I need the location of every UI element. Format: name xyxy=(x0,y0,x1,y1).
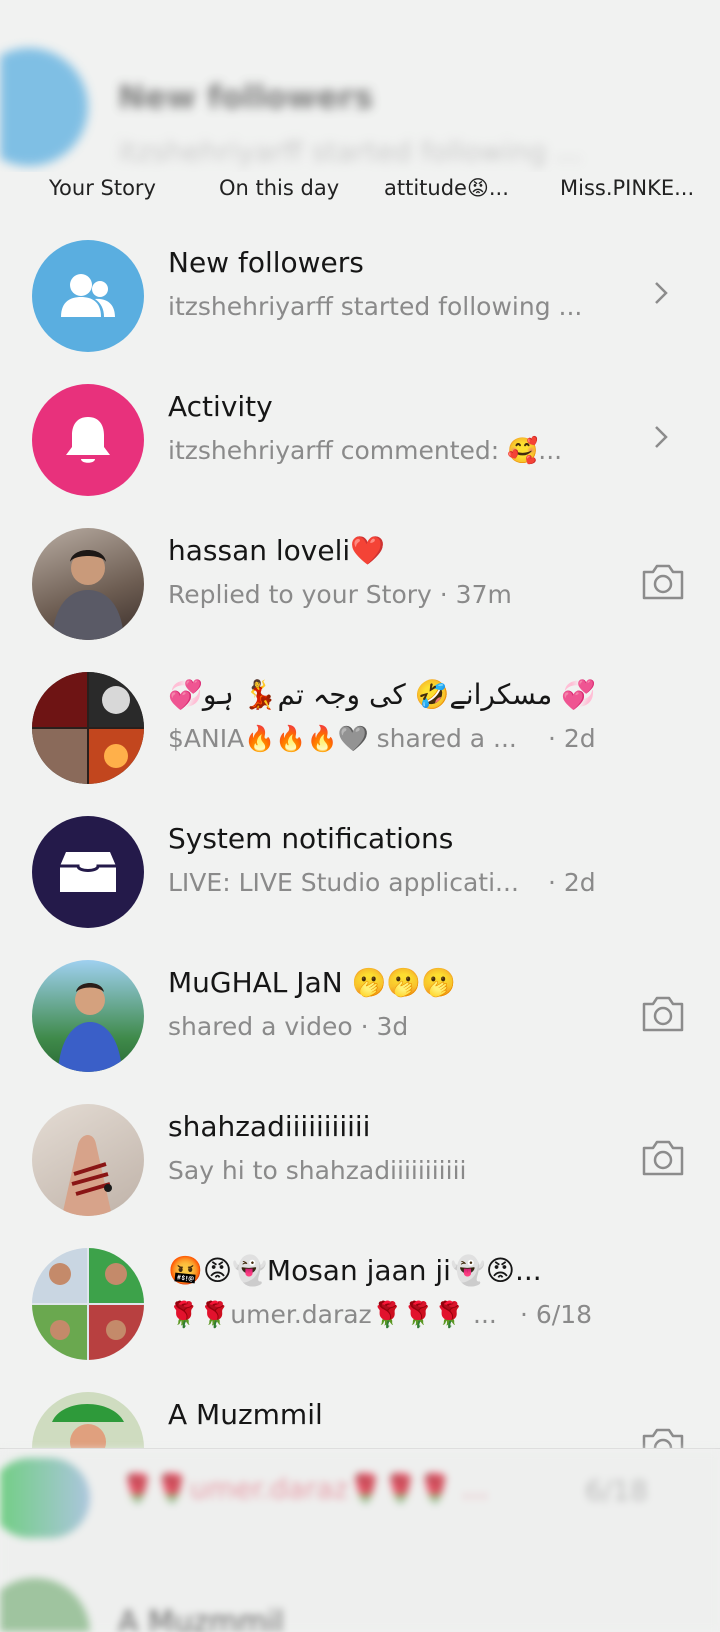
ghost-name: A Muzmmil xyxy=(118,1605,284,1632)
avatar[interactable] xyxy=(32,528,144,640)
row-subtitle: shared a video · 3d xyxy=(168,1012,409,1041)
inbox-row-system-notifications[interactable]: System notifications LIVE: LIVE Studio a… xyxy=(0,816,720,960)
inbox-row-group-urdu[interactable]: 💞مسکرانے🤣 کی وجہ تم💃 ہو 💞 $ANIA🔥🔥🔥🩶 shar… xyxy=(0,672,720,816)
inbox-row-a-muzmmil[interactable]: A Muzmmil xyxy=(0,1392,720,1448)
row-title: Activity xyxy=(168,390,273,423)
row-time: · 6/18 xyxy=(520,1300,593,1329)
inbox-row-hassan[interactable]: hassan loveli❤️ Replied to your Story · … xyxy=(0,528,720,672)
ghost-avatar xyxy=(0,1458,90,1538)
chevron-right-icon[interactable] xyxy=(652,278,670,308)
camera-icon[interactable] xyxy=(640,562,686,602)
row-subtitle: Replied to your Story · 37m xyxy=(168,580,512,609)
row-subtitle: itzshehriyarff commented: 🥰... xyxy=(168,436,563,465)
story-attitude[interactable]: attitude😡... xyxy=(384,176,509,200)
divider xyxy=(0,1448,720,1449)
row-title: System notifications xyxy=(168,822,454,855)
row-title: 🤬😡👻Mosan jaan ji👻😡... xyxy=(168,1254,542,1287)
camera-icon[interactable] xyxy=(640,994,686,1034)
avatar[interactable] xyxy=(32,1248,144,1360)
camera-icon[interactable] xyxy=(640,1138,686,1178)
avatar[interactable] xyxy=(32,960,144,1072)
row-subtitle: Say hi to shahzadiiiiiiiiiii xyxy=(168,1156,467,1185)
inbox-row-mosan-jaan[interactable]: 🤬😡👻Mosan jaan ji👻😡... 🌹🌹umer.daraz🌹🌹🌹 ..… xyxy=(0,1248,720,1392)
row-title: A Muzmmil xyxy=(168,1398,323,1431)
ghost-avatar xyxy=(0,48,88,166)
row-title: 💞مسکرانے🤣 کی وجہ تم💃 ہو 💞 xyxy=(168,678,597,711)
ghost-footer: 🌹🌹umer.daraz🌹🌹🌹 ... 6/18 A Muzmmil xyxy=(0,1450,720,1632)
row-subtitle: $ANIA🔥🔥🔥🩶 shared a ... xyxy=(168,724,517,753)
row-subtitle: LIVE: LIVE Studio applicati... xyxy=(168,868,519,897)
story-on-this-day[interactable]: On this day xyxy=(219,176,339,200)
ghost-row-time: 6/18 xyxy=(585,1474,648,1507)
row-title: New followers xyxy=(168,246,364,279)
row-time: · 2d xyxy=(548,724,596,753)
ghost-subtitle: itzshehriyarff started following ... xyxy=(118,135,583,168)
avatar[interactable] xyxy=(32,1104,144,1216)
inbox-icon xyxy=(32,816,144,928)
camera-icon[interactable] xyxy=(640,1426,686,1448)
chevron-right-icon[interactable] xyxy=(652,422,670,452)
ghost-header: New followers itzshehriyarff started fol… xyxy=(0,0,720,178)
inbox-row-activity[interactable]: Activity itzshehriyarff commented: 🥰... xyxy=(0,384,720,528)
inbox-row-new-followers[interactable]: New followers itzshehriyarff started fol… xyxy=(0,240,720,384)
ghost-avatar xyxy=(0,1578,90,1632)
ghost-row-text: 🌹🌹umer.daraz🌹🌹🌹 ... xyxy=(120,1472,489,1505)
avatar[interactable] xyxy=(32,672,144,784)
row-title: hassan loveli❤️ xyxy=(168,534,386,567)
row-subtitle: itzshehriyarff started following ... xyxy=(168,292,583,321)
row-subtitle: 🌹🌹umer.daraz🌹🌹🌹 ... xyxy=(168,1300,497,1329)
row-time: · 2d xyxy=(548,868,596,897)
ghost-title: New followers xyxy=(118,78,374,116)
people-icon xyxy=(32,240,144,352)
inbox-row-shahzadi[interactable]: shahzadiiiiiiiiiii Say hi to shahzadiiii… xyxy=(0,1104,720,1248)
story-your-story[interactable]: Your Story xyxy=(49,176,156,200)
row-title: MuGHAL JaN 🫢🫢🫢 xyxy=(168,966,457,999)
inbox-row-mughal-jan[interactable]: MuGHAL JaN 🫢🫢🫢 shared a video · 3d xyxy=(0,960,720,1104)
story-miss-pinke[interactable]: Miss.PINKE... xyxy=(560,176,694,200)
row-title: shahzadiiiiiiiiiii xyxy=(168,1110,371,1143)
avatar[interactable] xyxy=(32,1392,144,1448)
bell-icon xyxy=(32,384,144,496)
